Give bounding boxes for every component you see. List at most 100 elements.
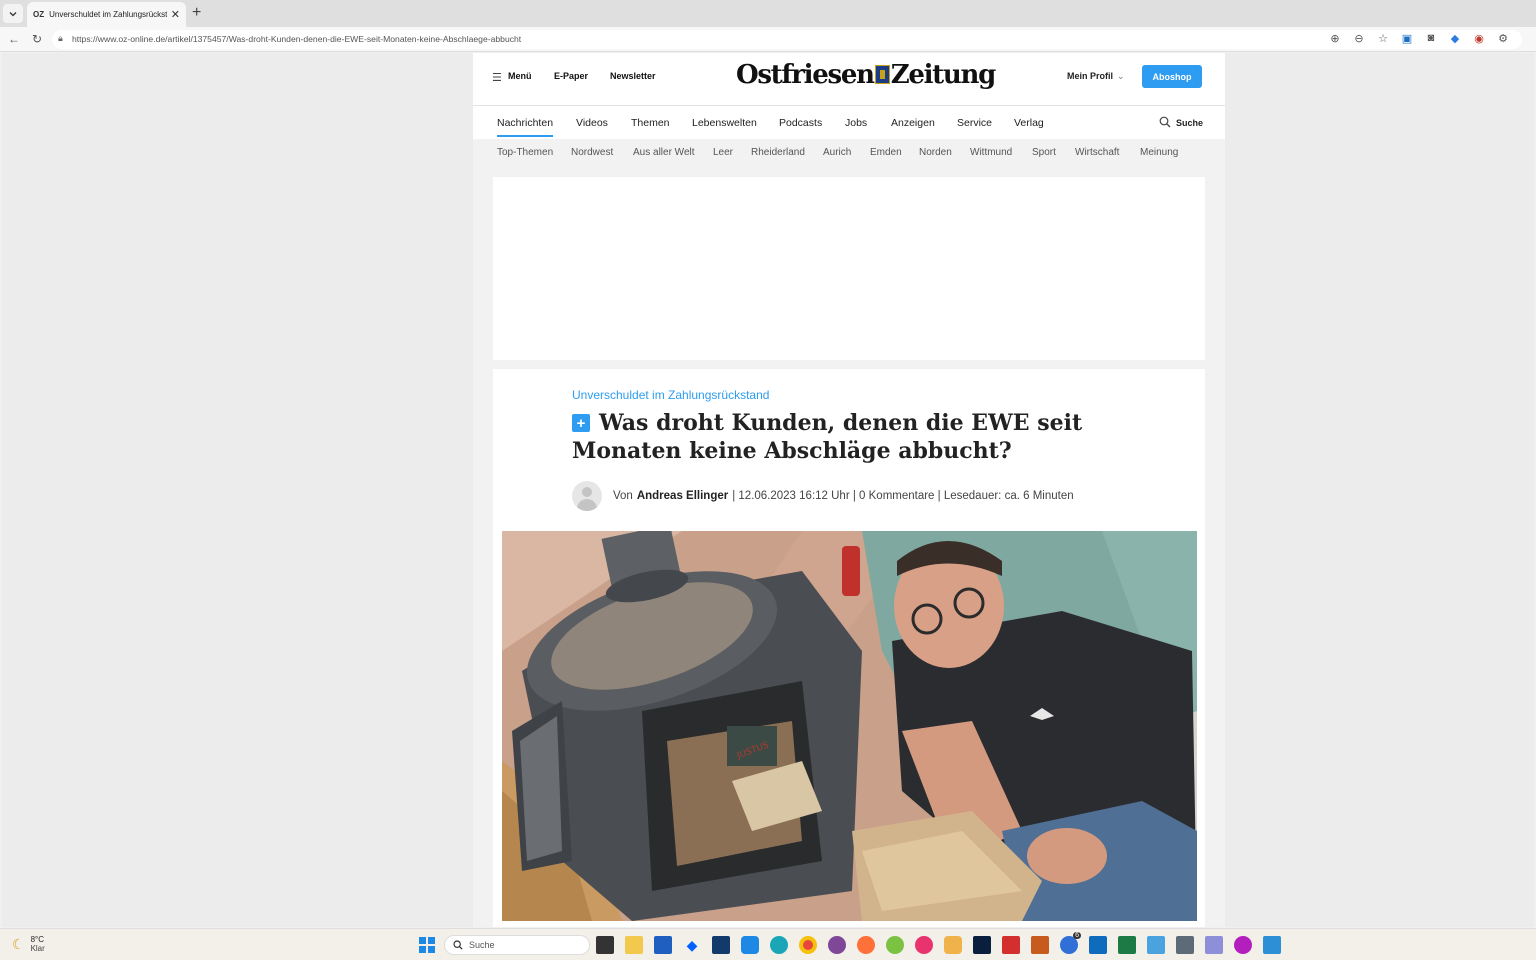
subnav-item-meinung[interactable]: Meinung	[1140, 147, 1178, 158]
byline-meta: | 12.06.2023 16:12 Uhr | 0 Kommentare | …	[732, 490, 1074, 502]
nav-item-podcasts[interactable]: Podcasts	[779, 117, 822, 129]
newsletter-link[interactable]: Newsletter	[610, 71, 656, 81]
extension-icon[interactable]: ▣	[1400, 32, 1414, 45]
author-name[interactable]: Andreas Ellinger	[637, 490, 728, 502]
photoshop-icon[interactable]	[973, 936, 991, 954]
extension-puzzle-icon[interactable]: ◆	[1448, 32, 1462, 45]
subnav-item-leer[interactable]: Leer	[713, 147, 733, 158]
subnav-item-wirtschaft[interactable]: Wirtschaft	[1075, 147, 1119, 158]
back-icon[interactable]: ←	[8, 32, 20, 46]
app-icon-dark[interactable]	[712, 936, 730, 954]
tab-title: Unverschuldet im Zahlungsrückstand	[49, 10, 167, 19]
edge-browser-icon[interactable]	[770, 936, 788, 954]
nav-item-service[interactable]: Service	[957, 117, 992, 129]
weather-text: Klar	[30, 944, 45, 953]
tab-favicon: OZ	[33, 10, 45, 19]
taskbar-apps: ◆ 6	[596, 932, 1281, 954]
taskbar-search-label: Suche	[469, 940, 495, 950]
article-headline: Was droht Kunden, denen die EWE seit Mon…	[572, 410, 1083, 464]
app-icon-m[interactable]	[1205, 936, 1223, 954]
reader-icon[interactable]: ⊖	[1352, 32, 1366, 45]
app-icon-green[interactable]	[886, 936, 904, 954]
chevron-down-icon: ⌄	[1117, 71, 1125, 81]
calculator-icon[interactable]	[1176, 936, 1194, 954]
url-field[interactable]: 🔒︎ https://www.oz-online.de/artikel/1375…	[52, 30, 1522, 49]
browser-tab-active[interactable]: OZ Unverschuldet im Zahlungsrückstand ✕	[27, 2, 186, 27]
subnav-item-rheiderland[interactable]: Rheiderland	[751, 147, 805, 158]
subnav-item-norden[interactable]: Norden	[919, 147, 952, 158]
acrobat-icon[interactable]	[1002, 936, 1020, 954]
camera-icon[interactable]: ◙	[1424, 32, 1438, 45]
url-text: https://www.oz-online.de/artikel/1375457…	[72, 34, 522, 44]
taskbar-search-box[interactable]: Suche	[444, 935, 590, 955]
file-explorer-icon[interactable]	[625, 936, 643, 954]
nav-item-anzeigen[interactable]: Anzeigen	[891, 117, 935, 129]
chrome-icon[interactable]	[799, 936, 817, 954]
store-icon[interactable]	[654, 936, 672, 954]
subnav-item-aus-aller-welt[interactable]: Aus aller Welt	[633, 147, 695, 158]
outlook-icon[interactable]	[1089, 936, 1107, 954]
snipping-tool-icon[interactable]	[1147, 936, 1165, 954]
aboshop-button[interactable]: Aboshop	[1142, 65, 1202, 88]
article-photo-illustration: JUSTUS	[502, 531, 1197, 921]
tor-browser-icon[interactable]	[828, 936, 846, 954]
byline-prefix: Von	[613, 490, 633, 502]
app-icon-photos[interactable]	[1263, 936, 1281, 954]
browser-tab-bar: OZ Unverschuldet im Zahlungsrückstand ✕ …	[0, 0, 1536, 27]
hamburger-menu-icon[interactable]: ☰	[492, 71, 502, 84]
app-icon-ns[interactable]	[1031, 936, 1049, 954]
nav-item-videos[interactable]: Videos	[576, 117, 608, 129]
app-icon-pink[interactable]	[915, 936, 933, 954]
nav-item-themen[interactable]: Themen	[631, 117, 670, 129]
site-header: ☰ Menü E-Paper Newsletter Ostfriesen Zeit…	[473, 53, 1225, 105]
subnav-item-sport[interactable]: Sport	[1032, 147, 1056, 158]
app-icon-badge[interactable]: 6	[1060, 932, 1081, 954]
profile-label: Mein Profil	[1067, 71, 1114, 81]
start-button[interactable]	[419, 937, 435, 953]
profile-menu[interactable]: Mein Profil ⌄	[1067, 71, 1125, 82]
logo-text-left: Ostfriesen	[736, 60, 875, 90]
subnav-item-nordwest[interactable]: Nordwest	[571, 147, 613, 158]
settings-gear-icon[interactable]: ⚙	[1496, 32, 1510, 45]
crest-icon	[874, 65, 890, 84]
article-byline: Von Andreas Ellinger | 12.06.2023 16:12 …	[572, 481, 1074, 511]
shield-icon[interactable]: ◉	[1472, 32, 1486, 45]
epaper-link[interactable]: E-Paper	[554, 71, 588, 81]
firefox-icon[interactable]	[857, 936, 875, 954]
search-icon[interactable]	[1159, 116, 1171, 131]
sub-navigation: Top-Themen Nordwest Aus aller Welt Leer …	[473, 139, 1225, 167]
subnav-item-emden[interactable]: Emden	[870, 147, 902, 158]
zoom-icon[interactable]: ⊕	[1328, 32, 1342, 45]
tab-list-button[interactable]	[3, 4, 23, 23]
nav-item-lebenswelten[interactable]: Lebenswelten	[692, 117, 757, 129]
subnav-item-top-themen[interactable]: Top-Themen	[497, 147, 553, 158]
menu-link[interactable]: Menü	[508, 71, 532, 81]
favorite-star-icon[interactable]: ☆	[1376, 32, 1390, 45]
excel-icon[interactable]	[1118, 936, 1136, 954]
main-navigation: Nachrichten Videos Themen Lebenswelten P…	[473, 105, 1225, 139]
lock-icon: 🔒︎	[58, 33, 63, 43]
nav-item-jobs[interactable]: Jobs	[845, 117, 867, 129]
address-bar-actions: ⊕ ⊖ ☆ ▣ ◙ ◆ ◉ ⚙	[1328, 32, 1510, 45]
article: Unverschuldet im Zahlungsrückstand Was d…	[493, 369, 1205, 927]
new-tab-icon[interactable]: +	[192, 4, 201, 22]
app-icon-purple[interactable]	[1234, 936, 1252, 954]
search-link[interactable]: Suche	[1176, 118, 1203, 128]
site-logo[interactable]: Ostfriesen Zeitung	[736, 60, 996, 90]
author-avatar	[572, 481, 602, 511]
close-icon[interactable]: ✕	[171, 8, 180, 21]
weather-widget[interactable]: ☾ 8°C Klar	[12, 935, 45, 953]
subnav-item-aurich[interactable]: Aurich	[823, 147, 851, 158]
plus-badge: +	[572, 414, 590, 432]
task-view-icon[interactable]	[596, 936, 614, 954]
article-photo[interactable]: JUSTUS	[502, 531, 1197, 921]
subnav-item-wittmund[interactable]: Wittmund	[970, 147, 1012, 158]
reload-icon[interactable]: ↻	[32, 32, 42, 46]
nav-item-nachrichten[interactable]: Nachrichten	[497, 117, 554, 137]
mail-app-icon[interactable]	[741, 936, 759, 954]
chevron-down-icon	[9, 11, 17, 16]
nav-item-verlag[interactable]: Verlag	[1014, 117, 1044, 129]
article-kicker[interactable]: Unverschuldet im Zahlungsrückstand	[572, 388, 769, 402]
app-icon-cat[interactable]	[944, 936, 962, 954]
dropbox-icon[interactable]: ◆	[683, 936, 701, 954]
